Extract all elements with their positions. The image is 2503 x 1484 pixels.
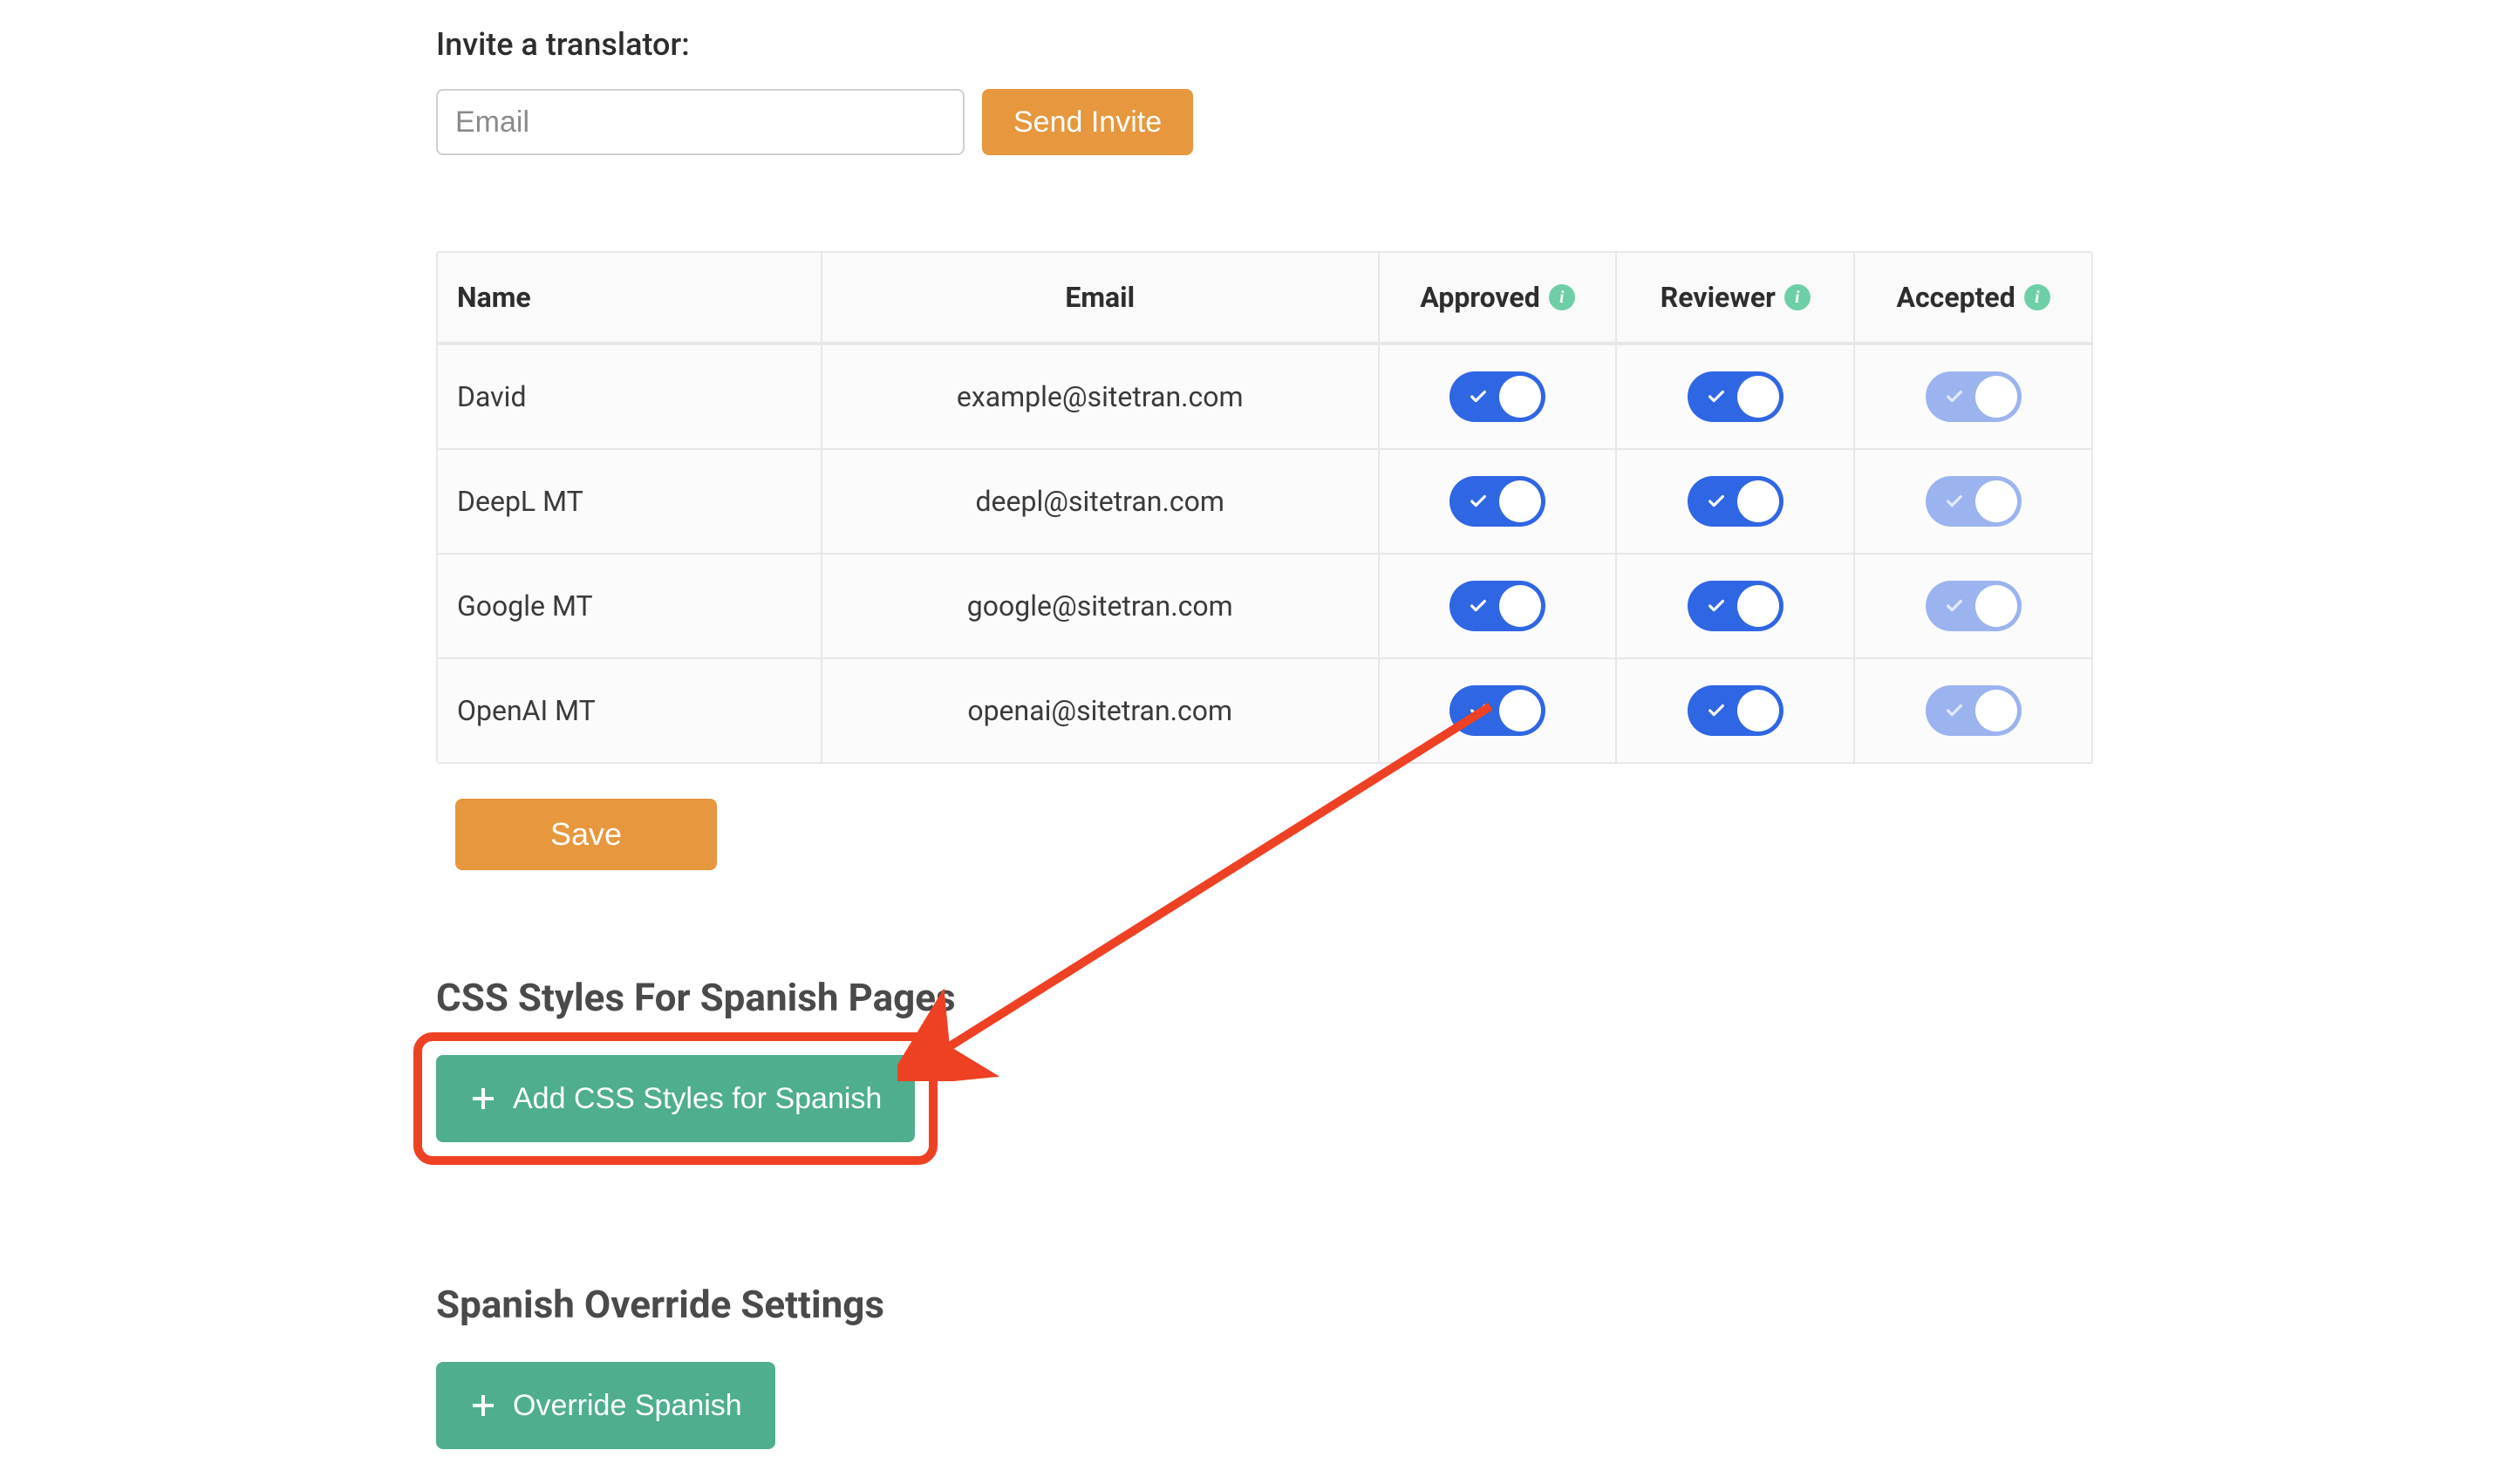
cell-name: Google MT (438, 553, 821, 657)
info-icon[interactable]: i (1549, 284, 1575, 310)
table-row: OpenAI MTopenai@sitetran.com (438, 657, 2091, 762)
toggle-knob (1975, 376, 2017, 418)
cell-email: deepl@sitetran.com (821, 448, 1378, 553)
override-spanish-button[interactable]: Override Spanish (436, 1362, 775, 1449)
check-icon (1469, 485, 1488, 518)
toggle-switch[interactable] (1688, 371, 1783, 422)
table-header-row: Name Email Approved i Reviewer i (438, 253, 2091, 344)
toggle-switch[interactable] (1449, 476, 1545, 527)
toggle-switch[interactable] (1449, 685, 1545, 736)
table-row: DeepL MTdeepl@sitetran.com (438, 448, 2091, 553)
cell-reviewer (1615, 657, 1853, 762)
check-icon (1945, 380, 1964, 413)
cell-reviewer (1615, 448, 1853, 553)
cell-approved (1378, 344, 1616, 448)
override-heading: Spanish Override Settings (436, 1282, 2093, 1327)
invite-email-input[interactable] (436, 89, 965, 155)
toggle-knob (1737, 585, 1779, 627)
cell-reviewer (1615, 344, 1853, 448)
cell-approved (1378, 657, 1616, 762)
check-icon (1707, 694, 1726, 727)
check-icon (1945, 694, 1964, 727)
toggle-switch[interactable] (1449, 371, 1545, 422)
th-name: Name (438, 253, 821, 344)
cell-accepted (1853, 448, 2091, 553)
translators-table: Name Email Approved i Reviewer i (436, 251, 2093, 764)
check-icon (1707, 589, 1726, 623)
toggle-knob (1499, 585, 1541, 627)
th-reviewer: Reviewer i (1615, 253, 1853, 344)
toggle-switch[interactable] (1926, 371, 2022, 422)
th-accepted: Accepted i (1853, 253, 2091, 344)
override-section: Spanish Override Settings Override Spani… (436, 1282, 2093, 1449)
toggle-switch[interactable] (1688, 581, 1783, 631)
toggle-switch[interactable] (1926, 476, 2022, 527)
cell-name: David (438, 344, 821, 448)
toggle-switch[interactable] (1926, 581, 2022, 631)
toggle-knob (1737, 480, 1779, 522)
cell-name: OpenAI MT (438, 657, 821, 762)
toggle-switch[interactable] (1449, 581, 1545, 631)
add-css-styles-button[interactable]: Add CSS Styles for Spanish (436, 1055, 915, 1142)
table-row: Google MTgoogle@sitetran.com (438, 553, 2091, 657)
cell-email: example@sitetran.com (821, 344, 1378, 448)
css-styles-section: CSS Styles For Spanish Pages Add CSS Sty… (436, 975, 2093, 1142)
th-accepted-label: Accepted (1896, 281, 2015, 314)
toggle-knob (1737, 376, 1779, 418)
check-icon (1469, 694, 1488, 727)
add-css-styles-label: Add CSS Styles for Spanish (513, 1082, 882, 1116)
cell-accepted (1853, 657, 2091, 762)
cell-email: openai@sitetran.com (821, 657, 1378, 762)
cell-approved (1378, 553, 1616, 657)
th-reviewer-label: Reviewer (1661, 281, 1776, 314)
th-email: Email (821, 253, 1378, 344)
toggle-knob (1499, 690, 1541, 732)
table-row: Davidexample@sitetran.com (438, 344, 2091, 448)
check-icon (1945, 589, 1964, 623)
send-invite-button[interactable]: Send Invite (982, 89, 1193, 155)
cell-reviewer (1615, 553, 1853, 657)
override-spanish-label: Override Spanish (513, 1389, 742, 1423)
th-approved-label: Approved (1420, 281, 1539, 314)
invite-label: Invite a translator: (436, 26, 2093, 63)
check-icon (1707, 485, 1726, 518)
cell-email: google@sitetran.com (821, 553, 1378, 657)
invite-row: Send Invite (436, 89, 2093, 155)
plus-icon (469, 1085, 497, 1113)
info-icon[interactable]: i (2024, 284, 2050, 310)
toggle-knob (1499, 376, 1541, 418)
cell-approved (1378, 448, 1616, 553)
toggle-knob (1737, 690, 1779, 732)
cell-accepted (1853, 553, 2091, 657)
cell-name: DeepL MT (438, 448, 821, 553)
toggle-knob (1975, 690, 2017, 732)
toggle-knob (1499, 480, 1541, 522)
save-button[interactable]: Save (455, 799, 717, 870)
plus-icon (469, 1392, 497, 1419)
check-icon (1469, 589, 1488, 623)
cell-accepted (1853, 344, 2091, 448)
toggle-switch[interactable] (1926, 685, 2022, 736)
info-icon[interactable]: i (1784, 284, 1811, 310)
th-approved: Approved i (1378, 253, 1616, 344)
toggle-knob (1975, 585, 2017, 627)
check-icon (1945, 485, 1964, 518)
check-icon (1707, 380, 1726, 413)
css-styles-heading: CSS Styles For Spanish Pages (436, 975, 2093, 1020)
check-icon (1469, 380, 1488, 413)
toggle-knob (1975, 480, 2017, 522)
toggle-switch[interactable] (1688, 476, 1783, 527)
toggle-switch[interactable] (1688, 685, 1783, 736)
